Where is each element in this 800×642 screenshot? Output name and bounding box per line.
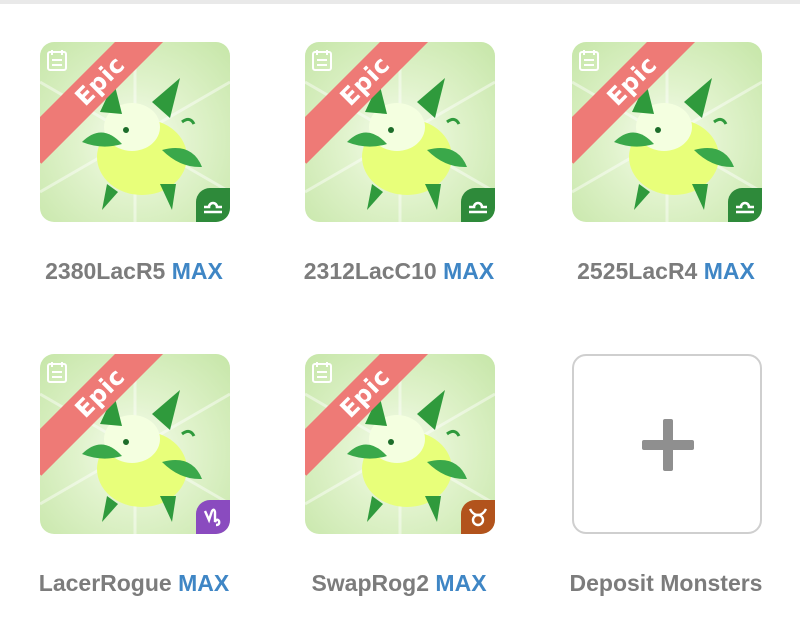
libra-icon — [728, 188, 762, 222]
deposit-label: Deposit Monsters — [569, 570, 763, 596]
monster-name: 2525LacR4 — [577, 258, 698, 284]
max-tag: MAX — [703, 258, 755, 284]
deposit-monsters-button[interactable] — [572, 354, 762, 534]
calendar-icon — [47, 50, 67, 71]
calendar-icon — [312, 50, 332, 71]
capricorn-icon — [196, 500, 230, 534]
libra-icon — [196, 188, 230, 222]
monster-name-label: LacerRogue MAX — [3, 570, 265, 597]
monster-card[interactable]: Epic — [40, 354, 230, 534]
monster-name: 2312LacC10 — [303, 258, 437, 284]
monster-card[interactable]: Epic — [572, 42, 762, 222]
taurus-icon — [461, 500, 495, 534]
libra-icon — [461, 188, 495, 222]
monster-card[interactable]: Epic — [40, 42, 230, 222]
max-tag: MAX — [178, 570, 230, 596]
max-tag: MAX — [435, 570, 487, 596]
monster-name-label: 2312LacC10 MAX — [268, 258, 530, 285]
monster-name-label: SwapRog2 MAX — [268, 570, 530, 597]
monster-card[interactable]: Epic — [305, 42, 495, 222]
monster-name-label: 2380LacR5 MAX — [3, 258, 265, 285]
max-tag: MAX — [171, 258, 223, 284]
monster-name: 2380LacR5 — [45, 258, 166, 284]
monster-name-label: 2525LacR4 MAX — [535, 258, 797, 285]
calendar-icon — [47, 362, 67, 383]
top-divider — [0, 0, 800, 4]
monster-name: LacerRogue — [38, 570, 172, 596]
plus-icon-vertical — [663, 419, 673, 471]
max-tag: MAX — [443, 258, 495, 284]
monster-card[interactable]: Epic — [305, 354, 495, 534]
calendar-icon — [579, 50, 599, 71]
monster-name: SwapRog2 — [311, 570, 430, 596]
calendar-icon — [312, 362, 332, 383]
